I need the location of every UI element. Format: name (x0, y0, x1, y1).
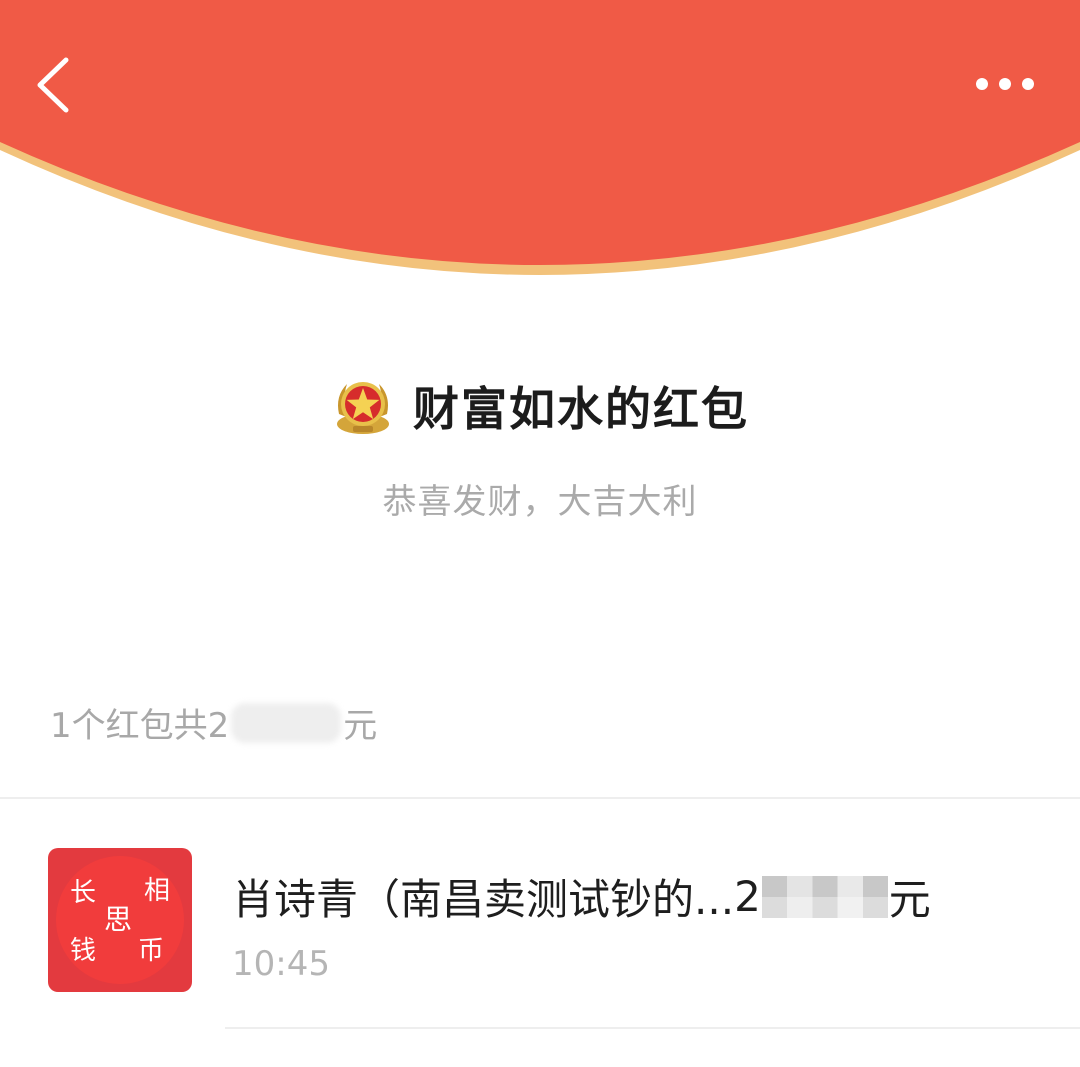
back-button[interactable] (30, 50, 80, 120)
summary-prefix: 1个红包共2 (50, 706, 230, 746)
avatar-char: 思 (104, 903, 133, 936)
avatar-char: 钱 (70, 936, 97, 966)
summary-suffix: 元 (343, 706, 378, 746)
packet-summary: 1个红包共2 元 (50, 698, 377, 747)
more-dots-icon (976, 78, 1034, 90)
redacted-amount (231, 702, 342, 743)
section-divider (0, 797, 1080, 799)
receiver-name: 肖诗青（南昌卖测试钞的... (232, 875, 735, 924)
row-divider (225, 1027, 1080, 1029)
receiver-amount-prefix: 2 (734, 872, 761, 921)
avatar-circle: 长 相 思 钱 币 (56, 856, 184, 984)
receiver-name-row: 肖诗青（南昌卖测试钞的... 2 元 (232, 866, 931, 927)
avatar-char: 相 (144, 876, 171, 906)
packet-title-row: 财富如水的红包 (0, 366, 1080, 446)
avatar[interactable]: 长 相 思 钱 币 (48, 848, 192, 992)
receiver-amount-suffix: 元 (888, 875, 931, 924)
avatar-char: 长 (70, 878, 97, 908)
avatar-char: 币 (138, 936, 165, 966)
military-emblem-icon (337, 382, 389, 434)
receiver-list-item[interactable]: 长 相 思 钱 币 肖诗青（南昌卖测试钞的... 2 元 10:45 (0, 800, 1080, 1030)
redacted-amount (761, 875, 888, 918)
more-button[interactable] (970, 62, 1040, 106)
chevron-left-icon (37, 57, 69, 113)
receiver-time: 10:45 (232, 944, 330, 984)
red-packet-header (0, 0, 1080, 275)
packet-blessing: 恭喜发财，大吉大利 (382, 482, 698, 522)
packet-title: 财富如水的红包 (413, 382, 749, 436)
red-packet-detail-page: 财富如水的红包 恭喜发财，大吉大利 1个红包共2 元 长 相 思 钱 币 肖诗青… (0, 0, 1080, 1067)
